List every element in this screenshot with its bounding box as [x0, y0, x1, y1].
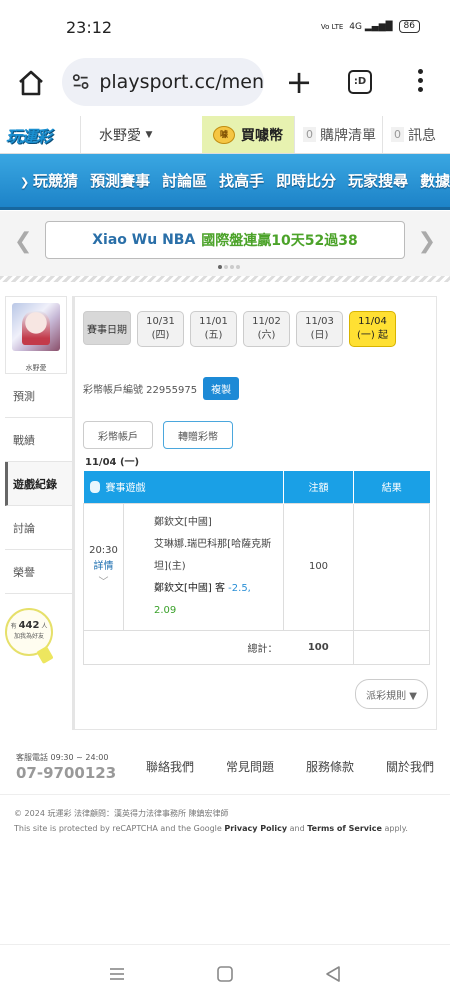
carousel-dots — [218, 265, 240, 269]
coin-icon: 噱 — [213, 125, 235, 144]
buy-coin-button[interactable]: 噱 買噱幣 — [202, 116, 294, 153]
home-icon[interactable] — [16, 68, 46, 98]
avatar — [12, 303, 60, 351]
copyright-text: © 2024 玩運彩 法律顧問：漢英得力法律事務所 陳鎮宏律師 — [14, 809, 229, 818]
details-link[interactable]: 詳情 — [94, 561, 114, 572]
chevron-left-icon[interactable]: ❮ — [14, 229, 32, 254]
table-row: 20:30 詳情 ﹀ 鄭欽文[中國] 艾琳娜.瑞巴科那[哈薩克斯坦](主) 鄭欽… — [83, 502, 430, 631]
main-nav: 玩競猜 預測賽事 討論區 找高手 即時比分 玩家搜尋 數據 — [0, 154, 450, 210]
clock: 23:12 — [66, 18, 113, 37]
promo-banner[interactable]: Xiao Wu NBA 國際盤連贏10天52過38 — [45, 221, 405, 259]
signal-icon: 4G ▂▄▆█ — [349, 21, 393, 32]
browser-toolbar: playsport.cc/men + :D — [0, 56, 450, 112]
account-tabs: 彩幣帳戶 轉贈彩幣 — [83, 421, 233, 449]
cart-link[interactable]: 0 購牌清單 — [294, 116, 382, 153]
match-info-cell: 鄭欽文[中國] 艾琳娜.瑞巴科那[哈薩克斯坦](主) 鄭欽文[中國] 客 -2.… — [123, 502, 284, 631]
battery-icon: 86 — [398, 20, 420, 33]
total-empty-cell — [353, 629, 430, 665]
sidebar-item-record[interactable]: 戰績 — [5, 418, 73, 462]
date-label: 賽事日期 — [83, 311, 131, 345]
total-label: 總計： — [83, 629, 284, 665]
game-log-panel: 賽事日期 10/31 (四) 11/01 (五) 11/02 (六) 11/03 (日)… — [72, 296, 437, 730]
column-header-game: 賽事遊戲 — [83, 471, 284, 503]
total-row: 總計： 100 — [83, 629, 430, 665]
date-button-selected[interactable]: 11/04 (一) 起 — [349, 311, 396, 347]
home-button-icon[interactable] — [216, 965, 234, 983]
friend-count-bulb[interactable]: 有 442 人 加我為好友 — [5, 608, 53, 656]
date-button[interactable]: 11/01 (五) — [190, 311, 237, 347]
tab-transfer-coins[interactable]: 轉贈彩幣 — [163, 421, 233, 449]
sidebar-item-discussion[interactable]: 討論 — [5, 506, 73, 550]
copy-button[interactable]: 複製 — [203, 377, 240, 400]
date-button[interactable]: 11/03 (日) — [296, 311, 343, 347]
nav-item-predict[interactable]: 預測賽事 — [90, 170, 150, 191]
profile-sidebar: 水野愛 預測 戰績 遊戲紀錄 討論 榮譽 有 442 人 加我為好友 — [5, 296, 73, 656]
result-cell — [353, 502, 430, 631]
footer-link-terms[interactable]: 服務條款 — [306, 758, 354, 775]
site-header: 玩運彩 水野愛 ▼ 噱 買噱幣 0 購牌清單 0 訊息 — [0, 116, 450, 154]
date-selector: 賽事日期 10/31 (四) 11/01 (五) 11/02 (六) 11/03 (日)… — [83, 311, 396, 347]
tab-switcher-icon[interactable]: :D — [348, 70, 372, 94]
section-date: 11/04 (一) — [85, 457, 140, 468]
footer-divider — [0, 794, 450, 795]
account-number: 彩幣帳戶編號 22955975 複製 — [83, 377, 240, 400]
tab-coin-account[interactable]: 彩幣帳戶 — [83, 421, 153, 449]
recaptcha-notice: This site is protected by reCAPTCHA and … — [14, 824, 408, 833]
more-menu-icon[interactable] — [410, 66, 430, 96]
date-button[interactable]: 11/02 (六) — [243, 311, 290, 347]
sidebar-item-predictions[interactable]: 預測 — [5, 374, 73, 418]
hotline-number[interactable]: 07-9700123 — [16, 764, 116, 782]
nav-item-experts[interactable]: 找高手 — [219, 170, 264, 191]
date-button[interactable]: 10/31 (四) — [137, 311, 184, 347]
total-value: 100 — [283, 629, 354, 665]
status-bar: 23:12 Vo LTE 4G ▂▄▆█ 86 — [0, 0, 450, 56]
new-tab-icon[interactable]: + — [284, 66, 314, 98]
nav-item-forum[interactable]: 討論區 — [162, 170, 207, 191]
caret-down-icon: ▼ — [145, 129, 153, 140]
user-dropdown[interactable]: 水野愛 ▼ — [80, 116, 202, 153]
database-icon — [89, 481, 100, 494]
hotline-label: 客服電話 09:30 ~ 24:00 — [16, 753, 109, 762]
match-time-cell: 20:30 詳情 ﹀ — [83, 502, 124, 631]
address-bar[interactable]: playsport.cc/men — [62, 58, 264, 106]
footer-link-contact[interactable]: 聯絡我們 — [146, 758, 194, 775]
nav-item-data[interactable]: 數據 — [420, 170, 450, 191]
url-text: playsport.cc/men — [99, 71, 264, 93]
messages-link[interactable]: 0 訊息 — [382, 116, 450, 153]
back-icon[interactable] — [324, 965, 342, 983]
column-header-result: 結果 — [353, 471, 430, 503]
volte-icon: Vo LTE — [320, 22, 344, 31]
status-icons: Vo LTE 4G ▂▄▆█ 86 — [321, 20, 420, 33]
sidebar-item-game-log[interactable]: 遊戲紀錄 — [5, 462, 73, 506]
chevron-down-icon[interactable]: ﹀ — [99, 577, 109, 588]
payout-rules-button[interactable]: 派彩規則 ▼ — [355, 679, 428, 709]
nav-item-player-search[interactable]: 玩家搜尋 — [348, 170, 408, 191]
recents-icon[interactable] — [108, 965, 126, 983]
system-navigation-bar — [0, 944, 450, 1000]
divider — [0, 276, 450, 282]
chevron-right-icon[interactable]: ❯ — [418, 229, 436, 254]
sidebar-item-honors[interactable]: 榮譽 — [5, 550, 73, 594]
nav-item-guess[interactable]: 玩競猜 — [20, 170, 78, 191]
stake-amount: 100 — [283, 502, 354, 631]
footer-link-faq[interactable]: 常見問題 — [226, 758, 274, 775]
profile-username: 水野愛 — [25, 364, 47, 372]
profile-menu: 預測 戰績 遊戲紀錄 討論 榮譽 — [5, 374, 73, 594]
site-logo[interactable]: 玩運彩 — [0, 116, 80, 154]
site-settings-icon[interactable] — [72, 72, 89, 92]
profile-card[interactable]: 水野愛 — [5, 296, 67, 374]
promo-carousel: ❮ Xiao Wu NBA 國際盤連贏10天52過38 ❯ — [0, 211, 450, 277]
table-header: 賽事遊戲 注額 結果 — [83, 471, 430, 503]
footer-link-about[interactable]: 關於我們 — [386, 758, 434, 775]
privacy-policy-link[interactable]: Privacy Policy — [224, 824, 287, 833]
nav-item-livescore[interactable]: 即時比分 — [276, 170, 336, 191]
terms-link[interactable]: Terms of Service — [307, 824, 382, 833]
game-records-table: 賽事遊戲 注額 結果 20:30 詳情 ﹀ 鄭欽文[中國] 艾琳娜.瑞巴科那[哈… — [83, 471, 430, 665]
column-header-amount: 注額 — [283, 471, 354, 503]
